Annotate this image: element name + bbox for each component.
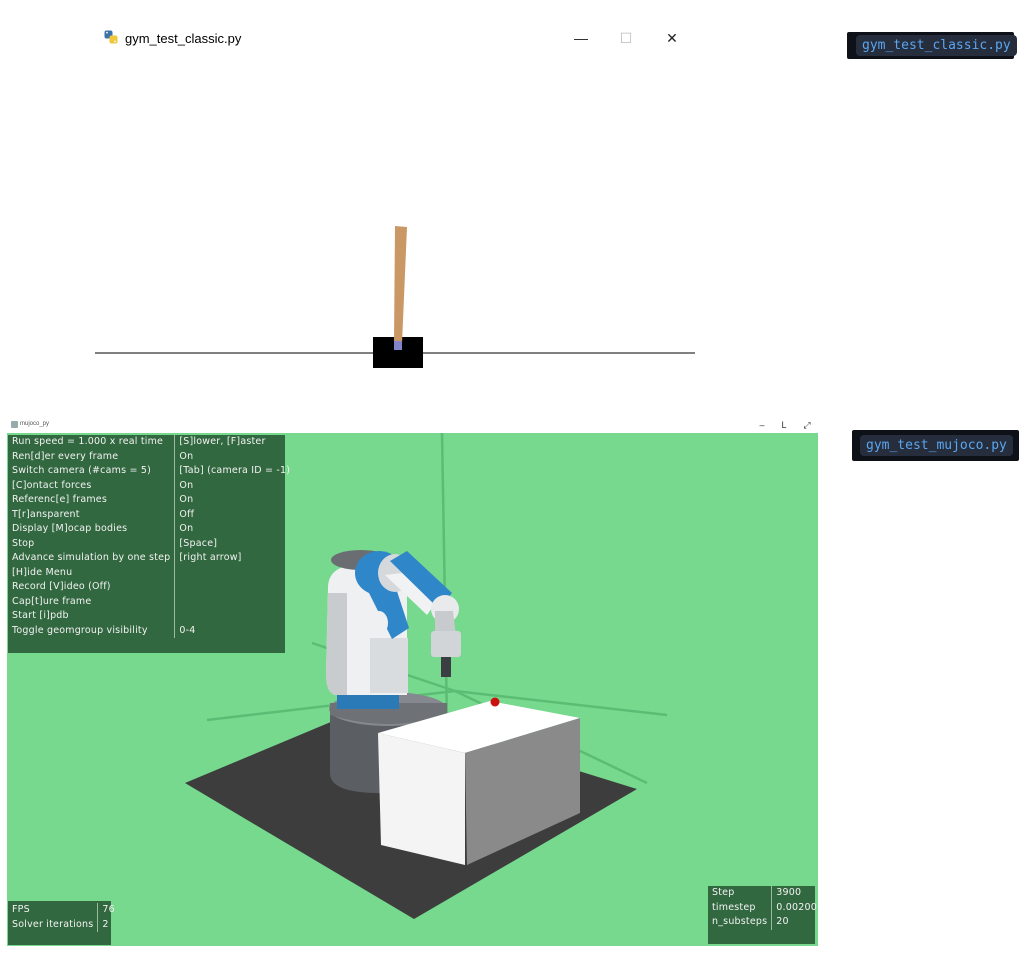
menu-row-value — [175, 609, 294, 624]
step-overlay: Step 3900 timestep 0.00200 n_substeps 20 — [708, 886, 818, 944]
maximize-button[interactable]: ☐ — [611, 28, 641, 48]
mujoco-env-window: mujoco_py – L ⤢ Run speed = 1.000 x real… — [7, 418, 818, 948]
stat-row-label: Solver iterations — [8, 917, 99, 932]
menu-row: [C]ontact forces On — [8, 478, 294, 493]
close-button[interactable]: ⤢ — [800, 419, 814, 431]
stat-row-value: 2 — [102, 918, 109, 930]
mujoco-script-label: gym_test_mujoco.py — [860, 435, 1013, 456]
stat-row-value: 20 — [776, 916, 789, 927]
stat-row-value: 3900 — [776, 887, 802, 898]
classic-script-label: gym_test_classic.py — [856, 35, 1017, 56]
axle — [394, 341, 402, 350]
menu-row-label: T[r]ansparent — [8, 507, 176, 522]
menu-row-value — [175, 566, 294, 581]
menu-row-value: Off — [179, 508, 195, 520]
app-icon — [11, 421, 18, 428]
stat-row: FPS 76 — [8, 903, 119, 918]
stat-row-label: timestep — [708, 900, 773, 915]
stat-row: timestep 0.00200 — [708, 900, 818, 915]
menu-row-label: Run speed = 1.000 x real time — [8, 435, 176, 450]
menu-row-value: 0-4 — [179, 624, 196, 636]
stat-row: Solver iterations 2 — [8, 917, 119, 932]
menu-row-value: [right arrow] — [179, 552, 242, 563]
menu-row-value: On — [179, 523, 194, 534]
menu-row: Display [M]ocap bodies On — [8, 522, 294, 537]
python-icon — [104, 30, 118, 44]
menu-row-value: On — [179, 450, 194, 462]
menu-row-value: On — [179, 479, 194, 491]
cartpole-render — [95, 226, 695, 368]
menu-row-label: Display [M]ocap bodies — [8, 522, 176, 537]
window-title: mujoco_py — [20, 421, 50, 427]
menu-row-value: [S]lower, [F]aster — [179, 436, 266, 447]
menu-row-label: [H]ide Menu — [8, 565, 176, 580]
stat-row-value: 76 — [102, 904, 115, 915]
menu-row: Start [i]pdb — [8, 609, 294, 624]
menu-row-label: Start [i]pdb — [8, 609, 176, 624]
minimize-button[interactable]: – — [755, 419, 769, 431]
maximize-button[interactable]: L — [777, 419, 791, 431]
menu-row-label: Cap[t]ure frame — [8, 594, 176, 609]
close-button[interactable]: ✕ — [657, 28, 687, 48]
menu-row: Referenc[e] frames On — [8, 493, 294, 508]
table — [378, 701, 580, 865]
mujoco-viewport[interactable]: Run speed = 1.000 x real time [S]lower, [… — [7, 433, 818, 946]
stat-row: n_substeps 20 — [708, 915, 818, 930]
minimize-button[interactable]: — — [566, 28, 596, 48]
fps-overlay: FPS 76 Solver iterations 2 — [8, 901, 115, 945]
pole — [394, 226, 407, 344]
menu-row: Cap[t]ure frame — [8, 594, 294, 610]
menu-row-label: Toggle geomgroup visibility — [8, 623, 176, 638]
classic-script-tag: gym_test_classic.py — [847, 32, 1017, 59]
menu-row-label: Stop — [8, 536, 176, 551]
window-title: gym_test_classic.py — [125, 31, 242, 46]
menu-row-value: [Tab] (camera ID = -1) — [179, 465, 291, 476]
menu-row-label: Record [V]ideo (Off) — [8, 580, 176, 595]
menu-row-label: Ren[d]er every frame — [8, 449, 176, 464]
stat-row-label: FPS — [8, 903, 99, 918]
title-bar[interactable]: mujoco_py – L ⤢ — [7, 418, 818, 433]
menu-row-label: [C]ontact forces — [8, 478, 176, 493]
menu-row-value — [175, 595, 294, 610]
menu-row: Ren[d]er every frame On — [8, 449, 294, 464]
menu-row: T[r]ansparent Off — [8, 507, 294, 522]
menu-row-value: On — [179, 494, 194, 505]
stat-row: Step 3900 — [708, 886, 818, 901]
classic-env-window: gym_test_classic.py — ☐ ✕ — [95, 20, 710, 390]
stat-row-label: n_substeps — [708, 915, 773, 930]
menu-row-value: [Space] — [179, 537, 218, 549]
target-object — [490, 697, 500, 707]
stat-row-label: Step — [708, 886, 773, 901]
menu-row: Advance simulation by one step [right arr… — [8, 551, 294, 566]
stat-row-value: 0.00200 — [776, 901, 817, 913]
menu-row: Toggle geomgroup visibility 0-4 — [8, 623, 294, 638]
menu-row-value — [175, 580, 294, 595]
menu-row-label: Switch camera (#cams = 5) — [8, 464, 176, 479]
menu-row-label: Advance simulation by one step — [8, 551, 176, 566]
menu-row: Record [V]ideo (Off) — [8, 580, 294, 595]
menu-row: Stop [Space] — [8, 536, 294, 551]
mujoco-script-tag: gym_test_mujoco.py — [852, 430, 1019, 461]
menu-row: Run speed = 1.000 x real time [S]lower, [… — [8, 435, 294, 450]
menu-row: Switch camera (#cams = 5) [Tab] (camera I… — [8, 464, 294, 479]
title-bar[interactable]: gym_test_classic.py — ☐ ✕ — [95, 20, 710, 56]
menu-overlay: Run speed = 1.000 x real time [S]lower, [… — [8, 435, 290, 653]
menu-row: [H]ide Menu — [8, 565, 294, 581]
menu-row-label: Referenc[e] frames — [8, 493, 176, 508]
